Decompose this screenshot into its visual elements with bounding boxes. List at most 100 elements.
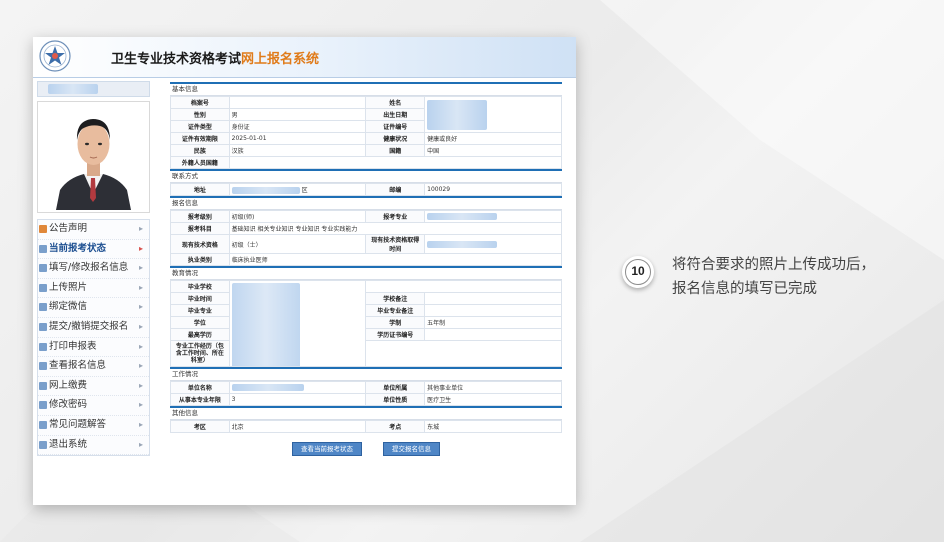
pay-icon (39, 381, 47, 390)
menu-item[interactable]: 常见问题解答 ▸ (38, 416, 149, 436)
submit-button[interactable]: 提交报名信息 (383, 442, 441, 456)
username-bar (37, 81, 150, 97)
years-label: 从事本专业年限 (170, 393, 230, 406)
contact-table: 地址 区 邮编 100029 (170, 183, 562, 196)
system-header: 卫生专业技术资格考试网上报名系统 (33, 37, 576, 78)
portrait-image (38, 102, 149, 210)
step-caption: 将符合要求的照片上传成功后， 报名信息的填写已完成 (672, 253, 875, 301)
schooling-value: 五年制 (424, 316, 562, 329)
site-value: 东城 (424, 420, 562, 433)
view-icon (39, 362, 47, 371)
menu-item[interactable]: 修改密码 ▸ (38, 396, 149, 416)
section-work: 工作情况 (170, 367, 562, 381)
menu-item-label: 查看报名信息 (49, 360, 107, 372)
menu-item[interactable]: 提交/撤销提交报名 ▸ (38, 318, 149, 338)
major-note-label: 毕业专业备注 (365, 304, 426, 317)
menu-item[interactable]: 填写/修改报名信息 ▸ (38, 259, 149, 279)
menu-item[interactable]: 打印申报表 ▸ (38, 338, 149, 358)
unit-name-label: 单位名称 (170, 381, 230, 394)
section-basic-info: 基本信息 (170, 82, 562, 96)
id-no-label: 证件编号 (365, 120, 426, 133)
menu-item[interactable]: 公告声明 ▸ (38, 220, 149, 240)
section-education: 教育情况 (170, 266, 562, 280)
id-expiry-value: 2025-01-01 (228, 132, 367, 145)
work-table: 单位名称 单位所属 其他事业单位 从事本专业年限 3 单位性质 医疗卫生 (170, 381, 562, 406)
cert-no-value (424, 328, 562, 341)
username-redacted (48, 84, 98, 94)
ethnic-value: 汉族 (228, 144, 367, 157)
level-value: 初级(师) (228, 210, 367, 223)
highest-label: 最高学历 (170, 328, 230, 341)
menu-item[interactable]: 绑定微信 ▸ (38, 298, 149, 318)
id-type-label: 证件类型 (170, 120, 230, 133)
password-icon (39, 401, 47, 410)
name-birth-idno-redacted (424, 96, 562, 133)
grad-major-label: 毕业专业 (170, 304, 230, 317)
chevron-right-icon: ▸ (138, 341, 143, 351)
subjects-label: 报考科目 (170, 222, 230, 235)
level-label: 报考级别 (170, 210, 230, 223)
view-status-button[interactable]: 查看当前报考状态 (291, 442, 362, 456)
education-table: 毕业学校 毕业时间 学校备注 毕业专业 毕业专业备注 学位 学制 五年制 最高学… (170, 280, 562, 367)
menu-item[interactable]: 上传照片 ▸ (38, 279, 149, 299)
menu-item-label: 修改密码 (49, 399, 88, 411)
basic-info-table: 档案号 姓名 性别 男 出生日期 证件类型 身份证 证件编号 证件有效期限 20… (170, 96, 563, 169)
menu-item[interactable]: 当前报考状态 ▸ (38, 240, 149, 260)
school-label: 毕业学校 (170, 280, 230, 293)
subjects-value: 基础知识 相关专业知识 专业知识 专业实践能力 (228, 222, 563, 235)
photo-icon (39, 283, 47, 292)
apply-table: 报考级别 初级(师) 报考专业 报考科目 基础知识 相关专业知识 专业知识 专业… (170, 210, 563, 266)
work-exp-label: 专业工作经历（包含工作时间、所在科室） (170, 340, 230, 367)
menu-item-label: 网上缴费 (49, 379, 88, 391)
step-number: 10 (625, 259, 651, 285)
side-menu: 公告声明 ▸ 当前报考状态 ▸ 填写/修改报名信息 ▸ 上传照片 ▸ 绑定微信 ▸ 提交/撤销提交报… (37, 219, 150, 457)
house-icon (39, 225, 47, 233)
registration-form: 基本信息 档案号 姓名 性别 男 出生日期 证件类型 身份证 证件编号 证件有效… (170, 82, 563, 456)
chevron-right-icon: ▸ (138, 282, 143, 292)
chevron-right-icon: ▸ (138, 321, 143, 331)
foreign-label: 外籍人员国籍 (170, 156, 230, 169)
health-value: 健康或良好 (424, 132, 562, 145)
birth-label: 出生日期 (365, 108, 426, 121)
menu-item-label: 退出系统 (49, 438, 88, 450)
menu-item[interactable]: 查看报名信息 ▸ (38, 357, 149, 377)
chevron-right-icon: ▸ (138, 439, 143, 449)
nation-value: 中国 (424, 144, 562, 157)
section-other: 其他信息 (170, 406, 562, 420)
unit-name-redacted (228, 381, 367, 394)
site-label: 考点 (365, 420, 426, 433)
gender-label: 性别 (170, 108, 230, 121)
screenshot-window: 卫生专业技术资格考试网上报名系统 公告声明 ▸ 当前报考状态 ▸ 填写/修改报名信息 ▸ 上… (33, 37, 576, 505)
cur-title-time-redacted (424, 234, 562, 254)
menu-item-label: 打印申报表 (49, 340, 97, 352)
practice-label: 执业类别 (170, 253, 230, 266)
logo-icon (39, 40, 71, 72)
edit-icon (39, 264, 47, 273)
menu-item[interactable]: 退出系统 ▸ (38, 436, 149, 456)
address-suffix: 区 (301, 187, 308, 194)
school-note-label: 学校备注 (365, 292, 426, 305)
section-apply: 报名信息 (170, 196, 562, 210)
years-value: 3 (228, 393, 367, 406)
menu-item[interactable]: 网上缴费 ▸ (38, 377, 149, 397)
section-contact: 联系方式 (170, 169, 562, 183)
archive-no-value (228, 96, 367, 109)
address-value: 区 (228, 183, 367, 196)
name-label: 姓名 (365, 96, 426, 109)
nation-label: 国籍 (365, 144, 426, 157)
menu-item-label: 上传照片 (49, 281, 88, 293)
ethnic-label: 民族 (170, 144, 230, 157)
caption-line-2: 报名信息的填写已完成 (672, 281, 817, 297)
major-label: 报考专业 (365, 210, 426, 223)
postcode-value: 100029 (424, 183, 562, 196)
wechat-icon (39, 303, 47, 312)
chevron-right-icon: ▸ (138, 224, 143, 233)
chevron-right-icon: ▸ (138, 302, 143, 312)
unit-type-value: 其他事业单位 (424, 381, 562, 394)
chevron-right-icon: ▸ (138, 243, 143, 253)
health-label: 健康状况 (365, 132, 426, 145)
id-type-value: 身份证 (228, 120, 367, 133)
system-title: 卫生专业技术资格考试网上报名系统 (111, 48, 319, 67)
id-expiry-label: 证件有效期限 (170, 132, 230, 145)
system-title-highlight: 网上报名系统 (241, 52, 320, 67)
